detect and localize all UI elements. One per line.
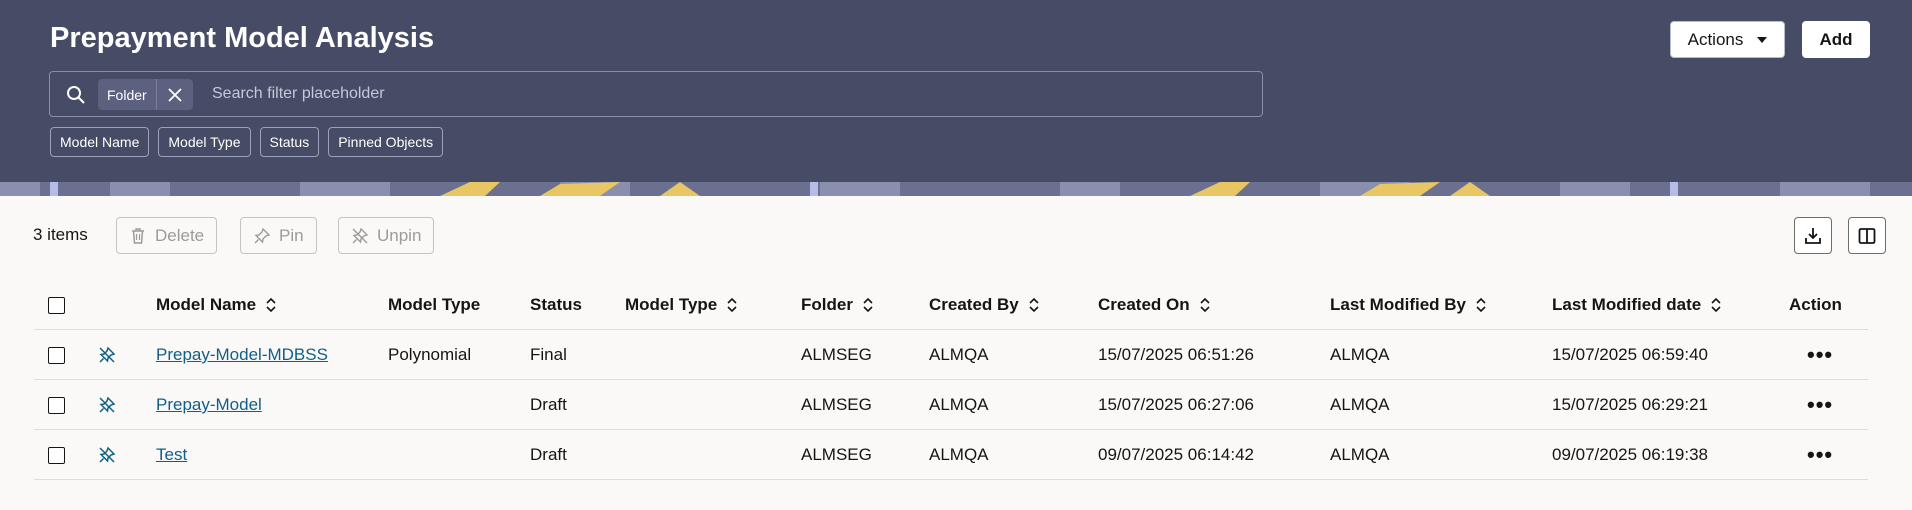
- search-icon: [67, 86, 85, 104]
- page-title: Prepayment Model Analysis: [50, 22, 435, 54]
- column-header-model-type-2[interactable]: Model Type: [625, 280, 738, 330]
- folder-filter-chip[interactable]: Folder: [98, 79, 193, 110]
- column-header-label: Model Type: [388, 295, 481, 314]
- last-modified-by-cell: ALMQA: [1330, 345, 1390, 364]
- column-header-last-modified-date[interactable]: Last Modified date: [1552, 280, 1722, 330]
- model-type-cell: Polynomial: [388, 345, 472, 364]
- column-header-label: Status: [530, 295, 582, 314]
- search-filter-bar[interactable]: Folder Search filter placeholder: [49, 71, 1263, 117]
- table-row: Prepay-Model-MDBSS Polynomial Final ALMS…: [34, 330, 1868, 380]
- last-modified-date-cell: 15/07/2025 06:29:21: [1552, 395, 1708, 414]
- columns-icon: [1858, 227, 1876, 244]
- column-header-created-on[interactable]: Created On: [1098, 280, 1211, 330]
- status-cell: Draft: [530, 395, 567, 414]
- models-table: Model Name Model Type Status Model Type …: [34, 280, 1868, 480]
- pin-icon: [254, 227, 271, 243]
- pin-button-label: Pin: [279, 225, 304, 245]
- table-toolbar: 3 items Delete Pin Unpin: [0, 215, 1912, 255]
- folder-cell: ALMSEG: [801, 445, 872, 464]
- ellipsis-icon[interactable]: •••: [1807, 330, 1833, 380]
- sort-icon: [863, 297, 873, 313]
- table-row: Prepay-Model Draft ALMSEG ALMQA 15/07/20…: [34, 380, 1868, 430]
- filter-model-type[interactable]: Model Type: [158, 127, 251, 157]
- unpin-icon: [352, 227, 369, 243]
- column-header-folder[interactable]: Folder: [801, 280, 874, 330]
- quick-filters: Model Name Model Type Status Pinned Obje…: [50, 127, 444, 157]
- created-by-cell: ALMQA: [929, 445, 989, 464]
- unpin-button[interactable]: Unpin: [338, 217, 435, 254]
- model-name-link[interactable]: Prepay-Model-MDBSS: [156, 330, 328, 380]
- folder-chip-label: Folder: [107, 86, 147, 103]
- trash-icon: [132, 227, 144, 244]
- last-modified-date-cell: 15/07/2025 06:59:40: [1552, 345, 1708, 364]
- created-on-cell: 15/07/2025 06:51:26: [1098, 345, 1254, 364]
- last-modified-by-cell: ALMQA: [1330, 395, 1390, 414]
- column-header-label: Created On: [1098, 295, 1190, 314]
- column-header-created-by[interactable]: Created By: [929, 280, 1040, 330]
- column-header-last-modified-by[interactable]: Last Modified By: [1330, 280, 1487, 330]
- unpin-button-label: Unpin: [377, 225, 422, 245]
- table-header-row: Model Name Model Type Status Model Type …: [34, 280, 1868, 330]
- status-cell: Draft: [530, 445, 567, 464]
- download-button[interactable]: [1794, 217, 1832, 254]
- items-count: 3 items: [33, 225, 88, 244]
- row-checkbox[interactable]: [48, 396, 65, 414]
- column-header-label: Model Name: [156, 295, 257, 314]
- sort-icon: [1711, 297, 1721, 313]
- sort-icon: [727, 297, 737, 313]
- row-checkbox[interactable]: [48, 446, 65, 464]
- search-input[interactable]: Search filter placeholder: [212, 85, 385, 103]
- ellipsis-icon[interactable]: •••: [1807, 430, 1833, 480]
- column-header-status: Status: [530, 280, 582, 330]
- status-cell: Final: [530, 345, 567, 364]
- column-header-label: Last Modified date: [1552, 295, 1702, 314]
- actions-button-label: Actions: [1687, 29, 1744, 49]
- created-on-cell: 09/07/2025 06:14:42: [1098, 445, 1254, 464]
- column-header-label: Model Type: [625, 295, 718, 314]
- page-header: Prepayment Model Analysis Actions Add Fo…: [0, 0, 1912, 182]
- unpin-icon[interactable]: [98, 346, 116, 364]
- filter-pinned-objects[interactable]: Pinned Objects: [328, 127, 444, 157]
- column-header-action: Action: [1789, 280, 1842, 330]
- delete-button[interactable]: Delete: [116, 217, 218, 254]
- column-header-label: Folder: [801, 295, 853, 314]
- model-name-link[interactable]: Test: [156, 430, 187, 480]
- column-header-label: Last Modified By: [1330, 295, 1467, 314]
- created-by-cell: ALMQA: [929, 395, 989, 414]
- sort-icon: [266, 297, 276, 313]
- ellipsis-icon[interactable]: •••: [1807, 380, 1833, 430]
- created-on-cell: 15/07/2025 06:27:06: [1098, 395, 1254, 414]
- select-all-checkbox[interactable]: [48, 296, 65, 314]
- last-modified-date-cell: 09/07/2025 06:19:38: [1552, 445, 1708, 464]
- chevron-down-icon: [1757, 36, 1768, 43]
- download-icon: [1805, 227, 1821, 244]
- unpin-icon[interactable]: [98, 446, 116, 464]
- row-checkbox[interactable]: [48, 346, 65, 364]
- column-header-model-name[interactable]: Model Name: [156, 280, 277, 330]
- columns-button[interactable]: [1848, 217, 1886, 254]
- model-name-link[interactable]: Prepay-Model: [156, 380, 262, 430]
- filter-model-name[interactable]: Model Name: [50, 127, 150, 157]
- sort-icon: [1200, 297, 1210, 313]
- folder-cell: ALMSEG: [801, 345, 872, 364]
- pin-button[interactable]: Pin: [240, 217, 317, 254]
- column-header-model-type: Model Type: [388, 280, 480, 330]
- folder-cell: ALMSEG: [801, 395, 872, 414]
- filter-status[interactable]: Status: [259, 127, 320, 157]
- last-modified-by-cell: ALMQA: [1330, 445, 1390, 464]
- table-row: Test Draft ALMSEG ALMQA 09/07/2025 06:14…: [34, 430, 1868, 480]
- column-header-label: Action: [1789, 295, 1842, 314]
- column-header-label: Created By: [929, 295, 1019, 314]
- created-by-cell: ALMQA: [929, 345, 989, 364]
- delete-button-label: Delete: [155, 225, 205, 245]
- sort-icon: [1029, 297, 1039, 313]
- add-button[interactable]: Add: [1802, 21, 1870, 58]
- unpin-icon[interactable]: [98, 396, 116, 414]
- decorative-banner: [0, 182, 1912, 196]
- close-icon[interactable]: [156, 79, 193, 110]
- sort-icon: [1476, 297, 1486, 313]
- actions-button[interactable]: Actions: [1670, 21, 1785, 58]
